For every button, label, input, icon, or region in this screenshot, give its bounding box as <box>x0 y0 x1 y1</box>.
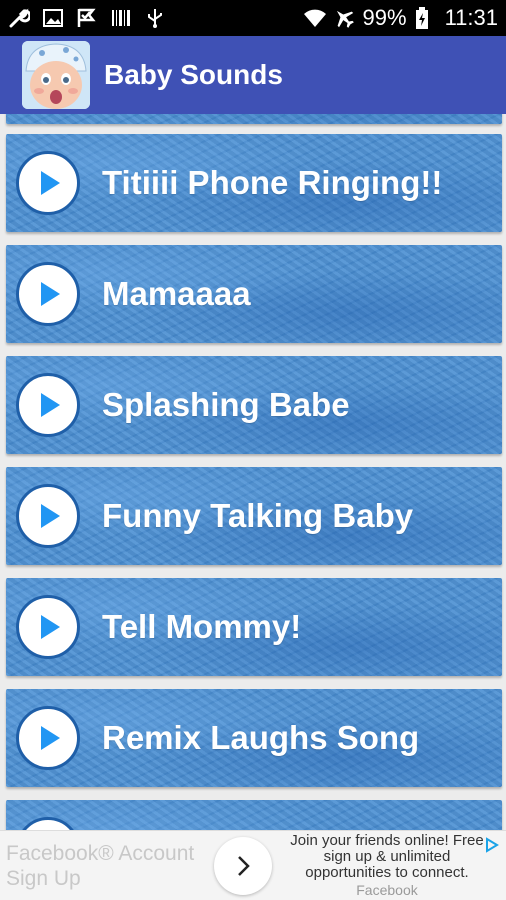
ad-open-button[interactable] <box>214 836 272 895</box>
play-button[interactable] <box>16 595 80 659</box>
sound-item[interactable]: Mamaaaa <box>6 245 502 343</box>
app-bar: Baby Sounds <box>0 36 506 114</box>
play-icon <box>41 615 60 639</box>
ad-sponsor: Facebook <box>356 882 418 898</box>
wrench-icon <box>8 7 32 29</box>
play-icon <box>41 282 60 306</box>
usb-icon <box>144 7 166 29</box>
play-button[interactable] <box>16 484 80 548</box>
status-left-icons <box>8 7 166 29</box>
sound-item[interactable]: Funny Talking Baby <box>6 467 502 565</box>
ad-body-block[interactable]: Join your friends online! Free sign up &… <box>284 832 490 899</box>
sound-label: Titiiii Phone Ringing!! <box>102 164 443 201</box>
battery-percent: 99% <box>362 5 407 30</box>
ad-banner[interactable]: Facebook® Account Sign Up Join your frie… <box>0 830 506 900</box>
clock: 11:31 <box>444 5 498 30</box>
play-button[interactable] <box>16 817 80 830</box>
sound-item[interactable]: Splashing Babe <box>6 356 502 454</box>
baby-face-icon <box>22 41 90 109</box>
sound-label: Splashing Babe <box>102 386 350 423</box>
play-button[interactable] <box>16 151 80 215</box>
airplane-icon <box>333 7 355 29</box>
play-button[interactable] <box>16 262 80 326</box>
sound-list[interactable]: Titiiii Phone Ringing!! Mamaaaa Splashin… <box>0 114 506 830</box>
play-icon <box>41 171 60 195</box>
screen: 99% 11:31 Baby Sounds Titiiii Phone Ring… <box>0 0 506 900</box>
sound-item[interactable]: Tell Mommy! <box>6 578 502 676</box>
check-flag-icon <box>76 7 98 29</box>
barcode-icon <box>110 7 132 29</box>
app-title: Baby Sounds <box>104 59 283 90</box>
sound-label: Tell Mommy! <box>102 608 302 645</box>
play-icon <box>41 393 60 417</box>
sound-item-partial-top[interactable] <box>6 114 502 124</box>
sound-label: Mamaaaa <box>102 275 251 312</box>
status-bar: 99% 11:31 <box>0 0 506 36</box>
adchoices-icon[interactable] <box>484 837 500 858</box>
play-icon <box>41 726 60 750</box>
ad-headline[interactable]: Facebook® Account Sign Up <box>0 841 210 891</box>
play-button[interactable] <box>16 373 80 437</box>
sound-item[interactable] <box>6 800 502 830</box>
battery-icon <box>415 7 437 29</box>
ad-body: Join your friends online! Free sign up &… <box>290 832 484 881</box>
sound-label: Funny Talking Baby <box>102 497 414 534</box>
sound-label: Remix Laughs Song <box>102 719 420 756</box>
play-button[interactable] <box>16 706 80 770</box>
sound-item[interactable]: Titiiii Phone Ringing!! <box>6 134 502 232</box>
sound-item[interactable]: Remix Laughs Song <box>6 689 502 787</box>
chevron-right-icon <box>238 855 250 876</box>
image-icon <box>42 7 64 29</box>
play-icon <box>41 504 60 528</box>
status-right: 99% 11:31 <box>303 5 498 31</box>
wifi-icon <box>303 7 326 29</box>
